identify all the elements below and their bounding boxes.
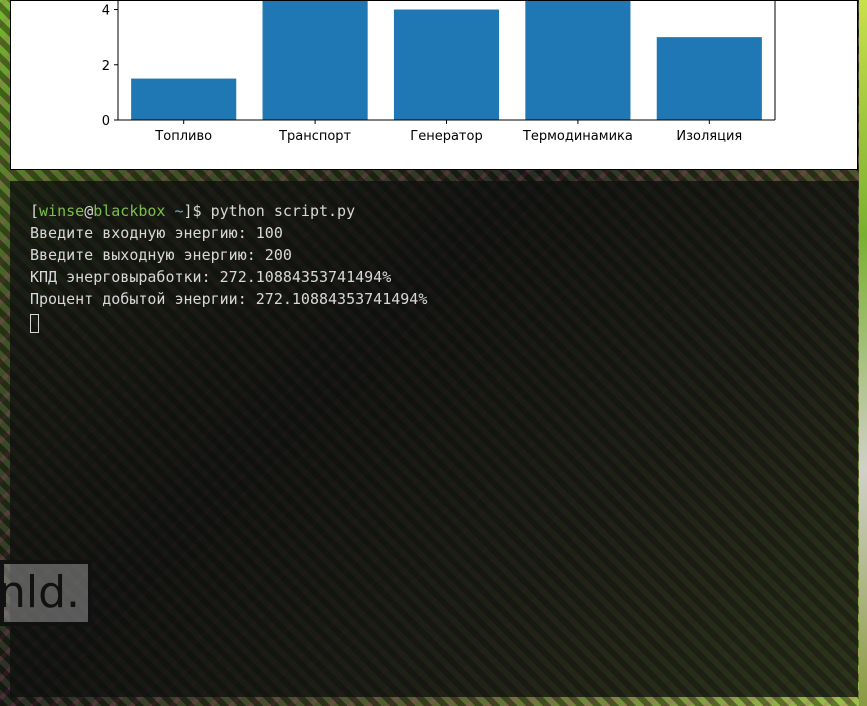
chart-bar [131,78,237,120]
chart-bar [262,1,368,120]
chart-bar [393,9,500,120]
wallpaper-overlay-text: nld. [0,567,81,618]
terminal-cursor [30,314,39,333]
wallpaper-edge [859,0,867,706]
bar-chart: Топливо Транспорт Генератор Термодинамика Из… [102,1,776,144]
wallpaper-overlay-box: nld. [0,560,92,626]
x-tick-label: Топливо [154,129,212,144]
prompt-command: python script.py [210,202,356,220]
y-tick-label: 0 [102,114,110,129]
x-tick-label: Термодинамика [522,129,633,144]
terminal-window[interactable]: [winse@blackbox ~]$ python script.py Вве… [10,181,858,697]
prompt-host: blackbox [93,202,166,220]
terminal-output-line: Введите входную энергию: 100 [30,224,283,242]
chart-bar [525,1,631,120]
prompt-path: ~ [174,202,184,220]
terminal-prompt-line: [winse@blackbox ~]$ python script.py [30,202,356,220]
terminal-output-line: Введите выходную энергию: 200 [30,246,292,264]
chart-bar [656,37,762,121]
prompt-user: winse [39,202,85,220]
x-tick-label: Генератор [410,129,482,144]
x-tick-label: Изоляция [676,129,742,144]
x-tick-label: Транспорт [278,129,352,144]
y-tick-label: 2 [102,59,110,74]
terminal-cursor-line[interactable] [30,310,858,333]
terminal-output-line: КПД энерговыработки: 272.10884353741494% [30,268,392,286]
terminal-output-line: Процент добытой энергии: 272.10884353741… [30,290,428,308]
y-tick-label: 4 [102,4,110,19]
chart-window[interactable]: Топливо Транспорт Генератор Термодинамика Из… [10,0,858,170]
